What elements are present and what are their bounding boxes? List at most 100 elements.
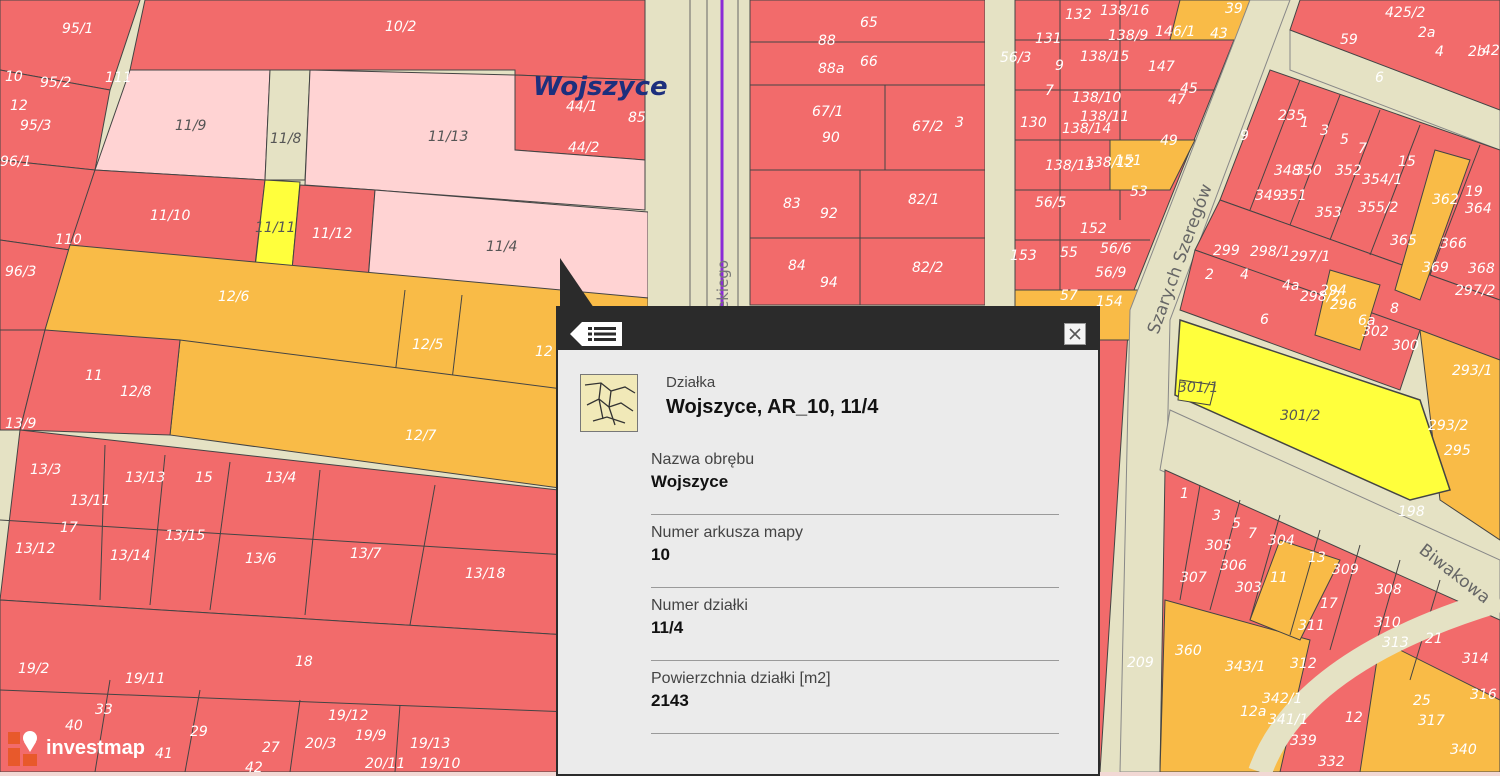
- parcel-label: 1: [1180, 486, 1189, 502]
- parcel-label: 4: [1435, 44, 1444, 60]
- parcel-label: 19/11: [125, 671, 165, 687]
- parcel-label: 90: [822, 130, 840, 146]
- parcel-label: 27: [262, 740, 280, 756]
- parcel-label: 294: [1320, 283, 1347, 299]
- parcel-label: 352: [1335, 163, 1362, 179]
- parcel-label: 297/2: [1455, 283, 1495, 299]
- parcel-label: 88a: [818, 61, 844, 77]
- parcel-label: 364: [1465, 201, 1492, 217]
- parcel-label: 13/6: [245, 551, 277, 567]
- parcel-label: 297/1: [1290, 249, 1330, 265]
- parcel-label: 340: [1450, 742, 1477, 758]
- parcel-label: 11/12: [312, 226, 352, 242]
- parcel-label: 39: [1225, 1, 1243, 17]
- parcel-label: 57: [1060, 288, 1078, 304]
- parcel-label: 67/1: [812, 104, 843, 120]
- parcel-label: 12: [10, 98, 28, 114]
- parcel-label: 3: [1320, 123, 1329, 139]
- parcel-label: 130: [1020, 115, 1047, 131]
- parcel-10-2[interactable]: [129, 0, 646, 81]
- parcel-label: 19/12: [328, 708, 368, 724]
- parcel-label: 44/1: [566, 99, 597, 115]
- parcel-label: 303: [1235, 580, 1262, 596]
- parcel-label: 339: [1290, 733, 1317, 749]
- parcel-label: 154: [1096, 294, 1123, 310]
- parcel-label: 3: [955, 115, 964, 131]
- parcel-83[interactable]: [749, 169, 861, 239]
- field-powierzchnia: Powierzchnia działki [m2] 2143: [651, 661, 1059, 734]
- parcel-label: 7: [1358, 141, 1367, 157]
- parcel-label: 13/13: [125, 470, 165, 486]
- popup-pointer: [560, 258, 594, 308]
- parcel-label: 293/2: [1428, 418, 1468, 434]
- parcel-label: 19/2: [18, 661, 50, 677]
- parcel-label: 19/10: [420, 756, 460, 772]
- parcel-label: 13/11: [70, 493, 110, 509]
- parcel-67-1[interactable]: [749, 84, 886, 171]
- logo-icon: [8, 731, 37, 766]
- parcel-label: 20/3: [305, 736, 336, 752]
- parcel-label: 83: [783, 196, 801, 212]
- parcel-label: 300: [1392, 338, 1419, 354]
- parcel-label: 354/1: [1362, 172, 1402, 188]
- parcel-label: 13/12: [15, 541, 55, 557]
- parcel-label: 311: [1298, 618, 1325, 634]
- parcel-label: 131: [1035, 31, 1062, 47]
- parcel-label: 360: [1175, 643, 1202, 659]
- close-button[interactable]: [1064, 323, 1086, 345]
- parcel-label: 138/15: [1080, 49, 1129, 65]
- parcel-11-8[interactable]: [264, 69, 311, 181]
- parcel-label: 132: [1065, 7, 1092, 23]
- parcel-label: 41: [155, 746, 173, 762]
- parcel-label: 19: [1465, 184, 1483, 200]
- parcel-label: 92: [820, 206, 838, 222]
- parcel-label: 5: [1340, 132, 1349, 148]
- parcel-label: 362: [1432, 192, 1459, 208]
- parcel-label: 29: [190, 724, 208, 740]
- parcel-label: 12: [1345, 710, 1363, 726]
- parcel-label: 304: [1268, 533, 1295, 549]
- parcel-label: 9: [1055, 58, 1064, 74]
- parcel-label: 111: [105, 70, 132, 86]
- parcel-label: 15: [195, 470, 213, 486]
- parcel-label: 4a: [1282, 278, 1300, 294]
- parcel-label: 67/2: [912, 119, 944, 135]
- parcel-label: 349: [1255, 188, 1282, 204]
- field-label: Powierzchnia działki [m2]: [651, 670, 831, 687]
- parcel-map-icon: [580, 374, 638, 432]
- parcel-label: 95/2: [40, 75, 72, 91]
- parcel-label: 299: [1213, 243, 1240, 259]
- parcel-label: 11/4: [486, 239, 517, 255]
- parcel-label: 146/1: [1155, 24, 1195, 40]
- parcel-label: 13/3: [30, 462, 61, 478]
- parcel-label: 82/1: [908, 192, 939, 208]
- parcel-label: 425/2: [1385, 5, 1425, 21]
- parcel-label: 66: [860, 54, 878, 70]
- parcel-label: 6: [1375, 70, 1384, 86]
- parcel-label: 19/9: [355, 728, 387, 744]
- parcel-label: 7: [1045, 83, 1054, 99]
- parcel-label: 365: [1390, 233, 1417, 249]
- parcel-label: 138/14: [1062, 121, 1111, 137]
- parcel-label: 296: [1330, 297, 1357, 313]
- parcel-label: 13/14: [110, 548, 150, 564]
- parcel-label: 94: [820, 275, 838, 291]
- parcel-label: 110: [55, 232, 82, 248]
- parcel-label: 9: [1240, 128, 1249, 144]
- parcel-info-popup: Działka Wojszyce, AR_10, 11/4 Nazwa obrę…: [556, 306, 1100, 776]
- field-numer-arkusza: Numer arkusza mapy 10: [651, 515, 1059, 588]
- field-label: Numer działki: [651, 597, 748, 614]
- parcel-label: 17: [1320, 596, 1338, 612]
- list-menu-icon[interactable]: [570, 322, 622, 346]
- parcel-label: 424: [1482, 43, 1500, 59]
- parcel-label: 11/13: [428, 129, 468, 145]
- parcel-label: 25: [1413, 693, 1431, 709]
- parcel-label: 84: [788, 258, 806, 274]
- parcel-label: 5: [1232, 516, 1241, 532]
- parcel-label: 332: [1318, 754, 1345, 770]
- investmap-logo: investmap: [6, 728, 145, 768]
- parcel-label: 343/1: [1225, 659, 1265, 675]
- parcel-label: 369: [1422, 260, 1449, 276]
- field-value: Wojszyce: [651, 472, 729, 491]
- parcel-label: 11/10: [150, 208, 190, 224]
